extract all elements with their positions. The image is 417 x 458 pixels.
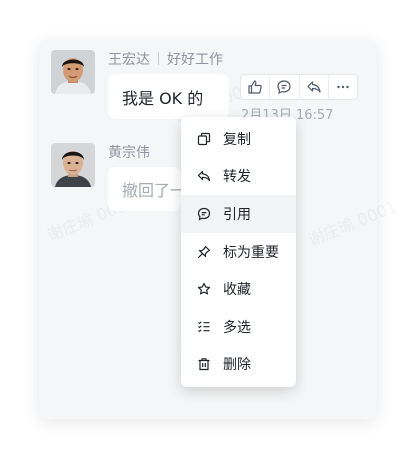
menu-item-label: 标为重要 [223, 244, 279, 261]
thumbs-up-icon [248, 80, 262, 94]
menu-item-label: 多选 [223, 319, 251, 336]
message-text: 我是 OK 的 [122, 88, 204, 108]
pin-icon [196, 244, 212, 260]
message-actions-bar [240, 74, 358, 100]
menu-item-favorite[interactable]: 收藏 [181, 270, 296, 308]
male-avatar-icon [51, 143, 95, 187]
forward-icon [307, 81, 321, 93]
copy-icon [196, 131, 212, 147]
male-avatar-icon [51, 50, 95, 94]
recalled-text: 撤回了一条消息 [122, 181, 181, 200]
sender-name[interactable]: 王宏达 [108, 52, 150, 68]
star-icon [196, 281, 212, 297]
menu-item-label: 删除 [223, 357, 251, 374]
menu-item-label: 引用 [223, 206, 251, 223]
trash-icon [196, 356, 212, 372]
reply-button[interactable] [270, 75, 300, 99]
menu-item-label: 转发 [223, 169, 251, 186]
multi-select-icon [196, 319, 212, 335]
avatar[interactable] [51, 143, 95, 187]
avatar[interactable] [51, 50, 95, 94]
menu-item-quote[interactable]: 引用 [181, 195, 296, 233]
sender-line: 黄宗伟 [108, 142, 150, 162]
forward-icon [196, 168, 212, 184]
divider [158, 52, 159, 65]
menu-item-multi-select[interactable]: 多选 [181, 308, 296, 346]
quote-icon [196, 206, 212, 222]
like-button[interactable] [241, 75, 271, 99]
context-menu: 复制 转发 引用 标为重要 收藏 多选 删除 [181, 117, 296, 387]
sender-status: 好好工作 [167, 52, 223, 68]
sender-line: 王宏达 好好工作 [108, 49, 223, 69]
menu-item-label: 复制 [223, 131, 251, 148]
reply-bubble-icon [277, 80, 291, 95]
menu-item-label: 收藏 [223, 282, 251, 299]
menu-item-mark-important[interactable]: 标为重要 [181, 233, 296, 271]
recalled-message-bubble: 撤回了一条消息 [108, 167, 181, 211]
more-button[interactable] [329, 75, 357, 99]
sender-name[interactable]: 黄宗伟 [108, 145, 150, 161]
menu-item-delete[interactable]: 删除 [181, 346, 296, 384]
forward-button[interactable] [300, 75, 329, 99]
more-icon [337, 85, 349, 89]
menu-item-copy[interactable]: 复制 [181, 120, 296, 158]
menu-item-forward[interactable]: 转发 [181, 158, 296, 196]
message-bubble[interactable]: 我是 OK 的 [108, 74, 229, 119]
